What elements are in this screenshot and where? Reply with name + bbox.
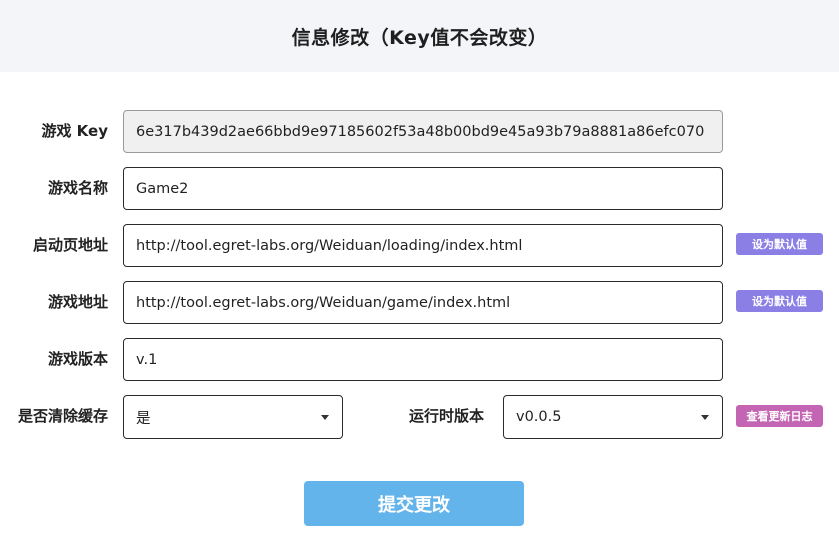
- changelog-button[interactable]: 查看更新日志: [736, 405, 823, 427]
- clear-cache-selected-value: 是: [136, 410, 151, 427]
- game-name-label: 游戏名称: [47, 179, 108, 197]
- game-version-label: 游戏版本: [47, 350, 108, 368]
- runtime-version-select[interactable]: v0.0.5: [503, 395, 723, 439]
- page-title: 信息修改（Key值不会改变）: [291, 26, 548, 49]
- loading-url-default-button[interactable]: 设为默认值: [736, 233, 823, 255]
- clear-cache-label: 是否清除缓存: [17, 407, 108, 425]
- page-header: 信息修改（Key值不会改变）: [0, 0, 839, 72]
- game-url-label: 游戏地址: [47, 293, 108, 311]
- runtime-version-selected-value: v0.0.5: [516, 409, 562, 425]
- caret-down-icon: [321, 415, 329, 420]
- game-name-input[interactable]: [123, 167, 723, 210]
- loading-url-label: 启动页地址: [32, 236, 108, 254]
- game-key-field[interactable]: [123, 110, 723, 153]
- game-url-input[interactable]: [123, 281, 723, 324]
- game-url-default-button[interactable]: 设为默认值: [736, 290, 823, 312]
- game-version-input[interactable]: [123, 338, 723, 381]
- game-key-label: 游戏 Key: [41, 122, 108, 140]
- submit-button[interactable]: 提交更改: [304, 481, 524, 526]
- runtime-version-label: 运行时版本: [409, 407, 485, 425]
- caret-down-icon: [701, 415, 709, 420]
- clear-cache-select[interactable]: 是: [123, 395, 343, 439]
- loading-url-input[interactable]: [123, 224, 723, 267]
